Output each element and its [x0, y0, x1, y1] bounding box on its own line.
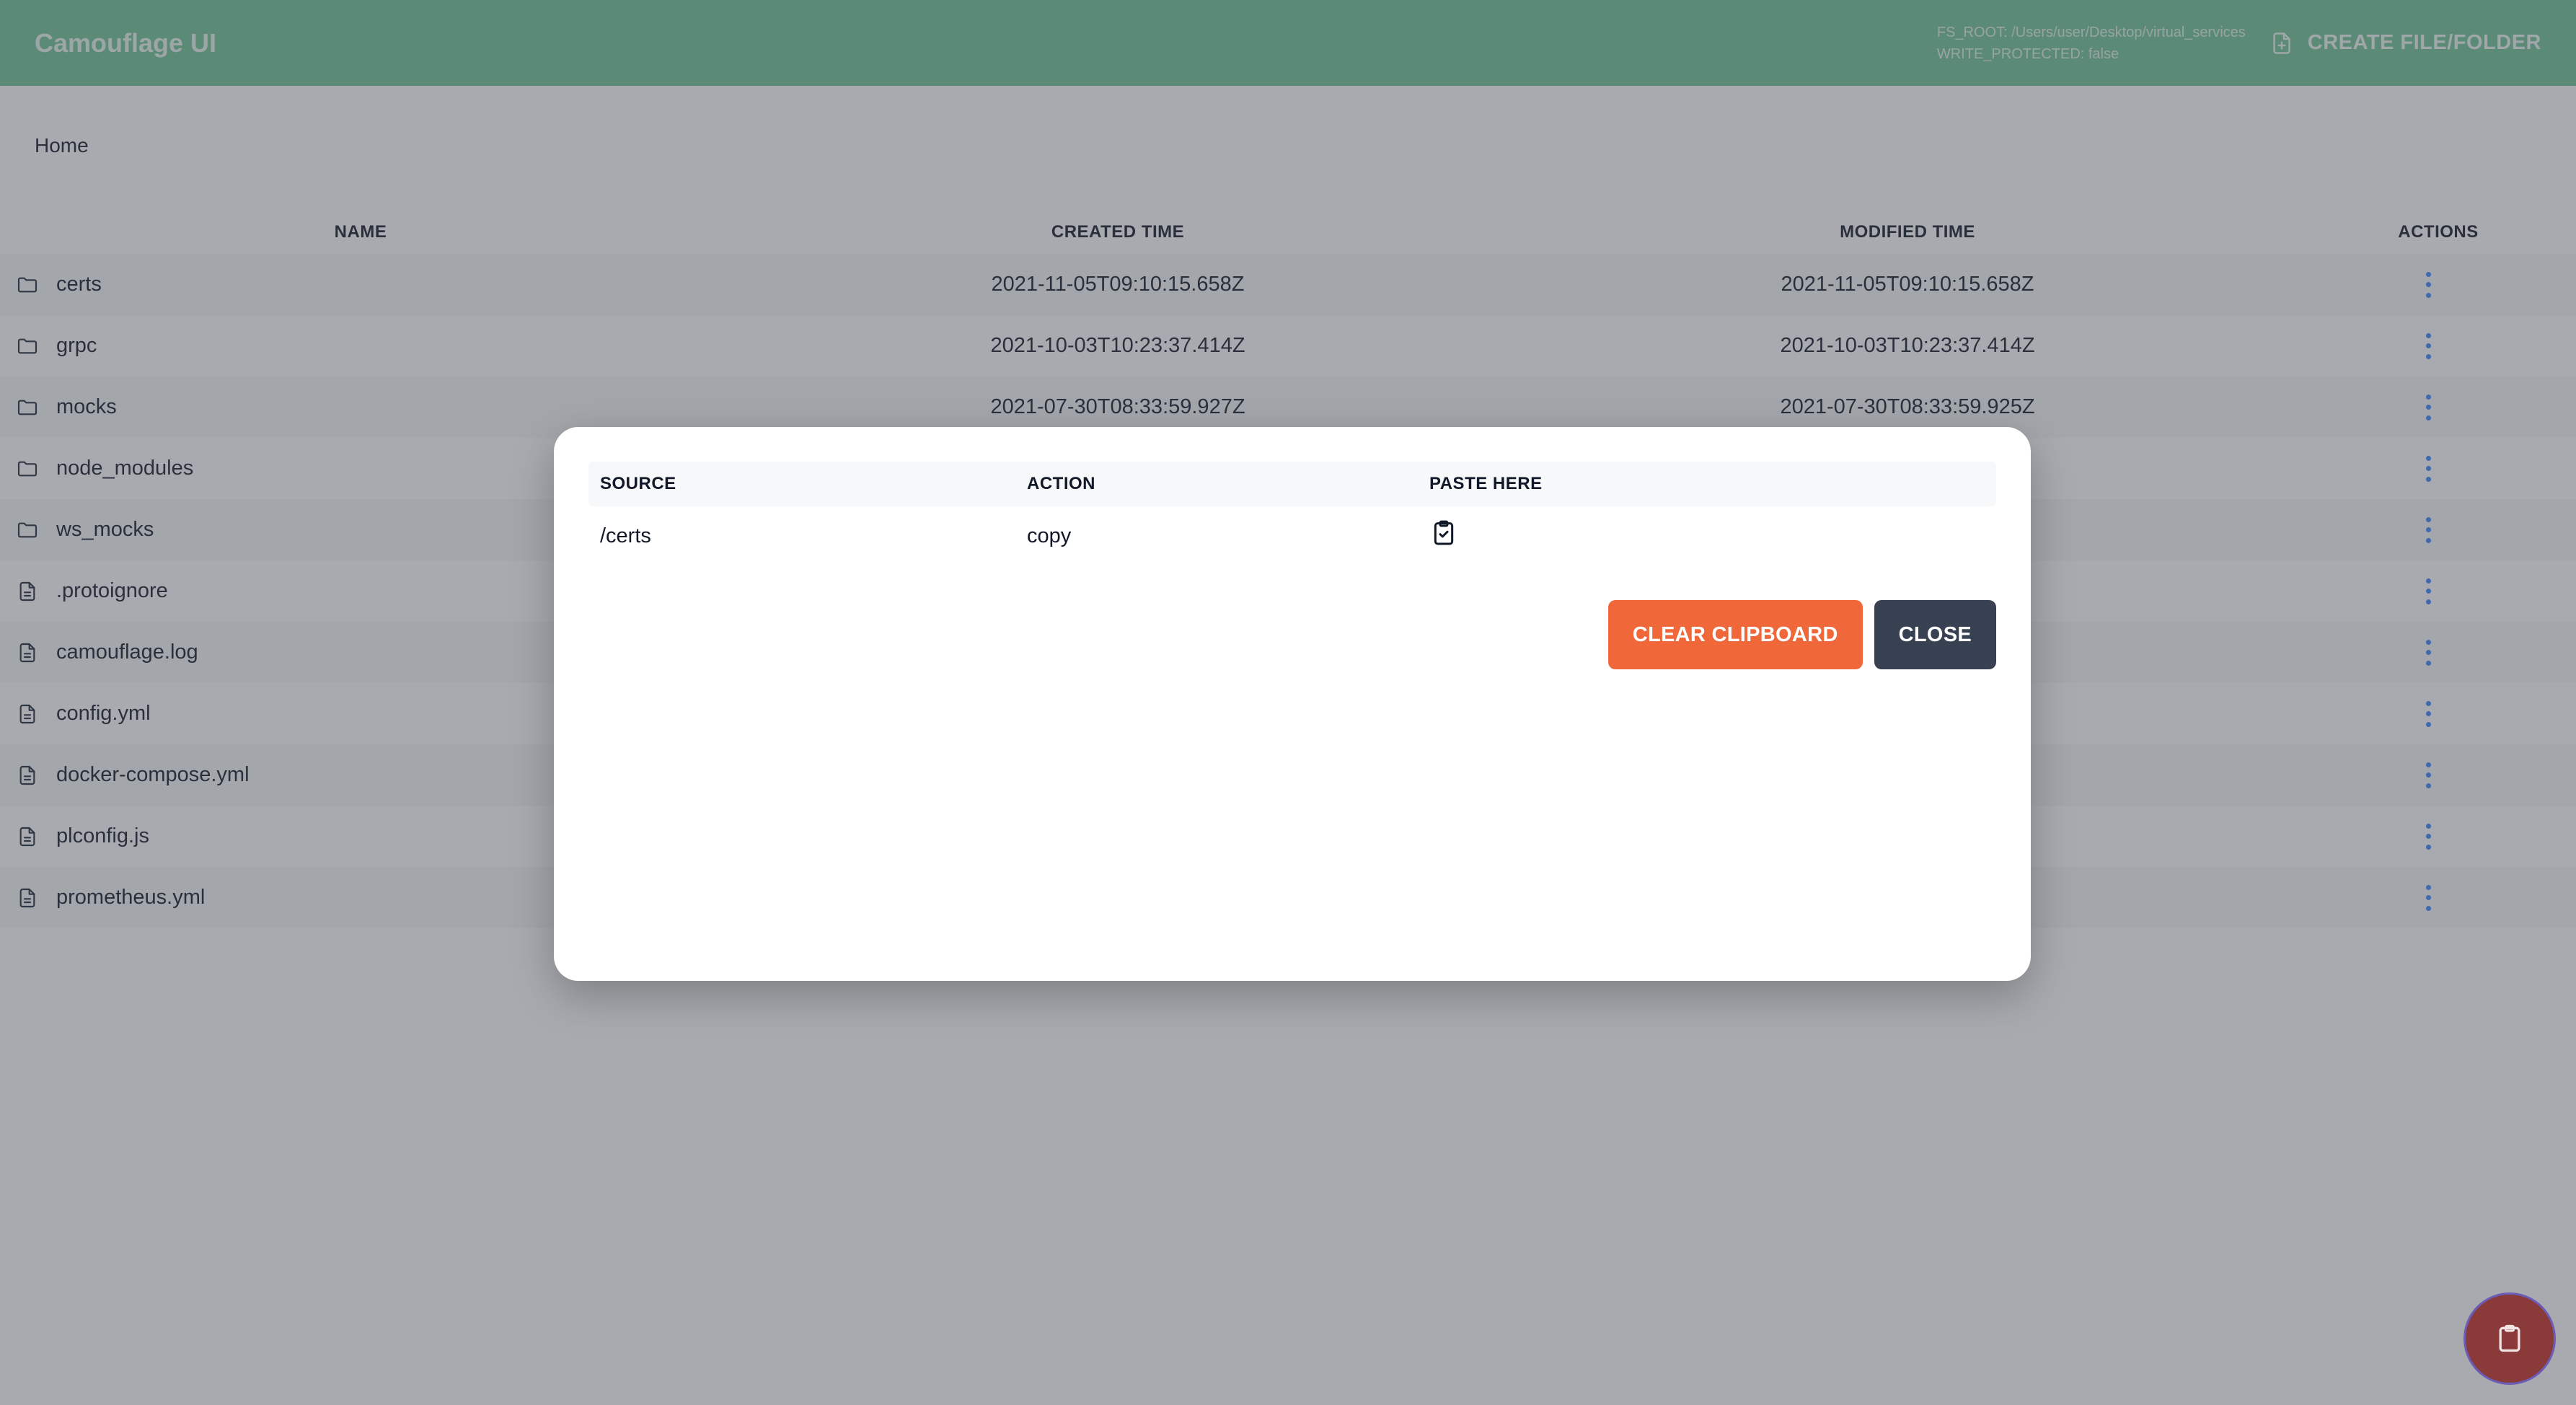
- column-header-paste-here: PASTE HERE: [1429, 474, 1543, 493]
- clipboard-source: /certs: [600, 524, 651, 547]
- close-button[interactable]: CLOSE: [1874, 600, 1996, 669]
- clipboard-action: copy: [1027, 524, 1072, 547]
- clipboard-table-header: SOURCE ACTION PASTE HERE: [588, 462, 1996, 506]
- paste-here-cell: [1418, 519, 1996, 553]
- clipboard-icon: [2499, 1324, 2520, 1352]
- column-header-action: ACTION: [1027, 474, 1095, 493]
- modal-buttons: CLEAR CLIPBOARD CLOSE: [588, 600, 1996, 669]
- clipboard-check-icon[interactable]: [1429, 519, 1458, 547]
- clipboard-fab-button[interactable]: [2463, 1292, 2556, 1385]
- column-header-source: SOURCE: [600, 474, 676, 493]
- clipboard-modal: SOURCE ACTION PASTE HERE /certs copy CLE…: [554, 427, 2031, 981]
- app-root: Camouflage UI FS_ROOT: /Users/user/Deskt…: [0, 0, 2576, 1405]
- clipboard-row: /certs copy: [588, 506, 1996, 565]
- clear-clipboard-button[interactable]: CLEAR CLIPBOARD: [1607, 600, 1863, 669]
